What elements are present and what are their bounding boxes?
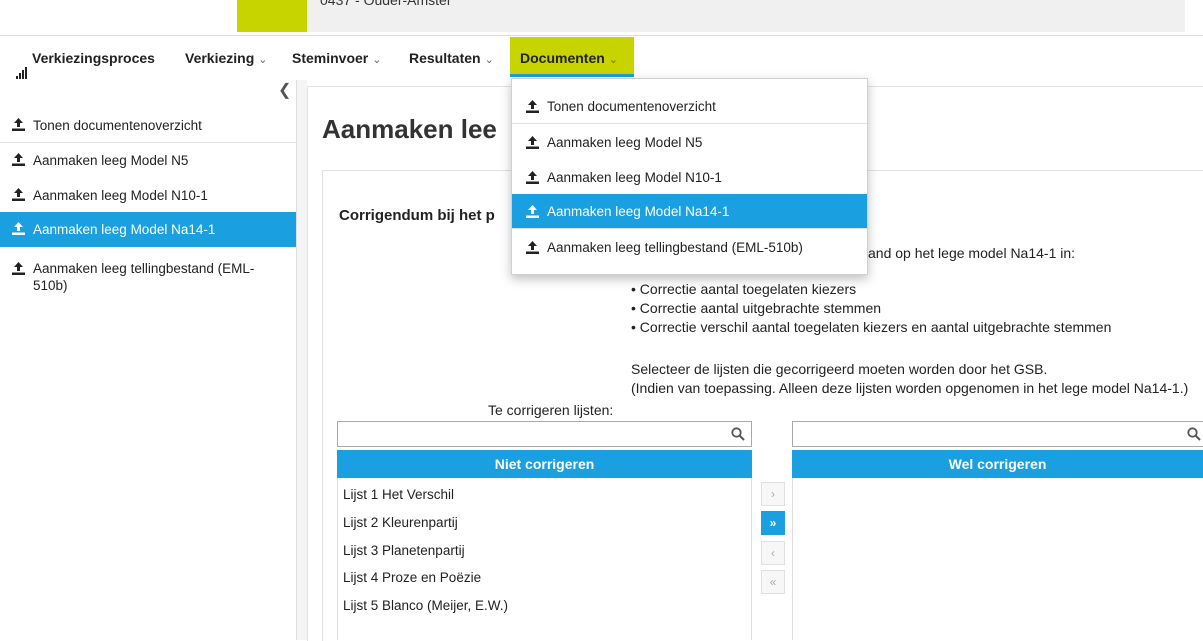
upload-icon <box>12 188 25 201</box>
nav-label: Resultaten <box>409 50 481 66</box>
section-title: Corrigendum bij het p <box>339 207 495 224</box>
nav-verkiezingsproces[interactable]: Verkiezingsproces <box>16 37 155 79</box>
dropdown-item-label: Aanmaken leeg tellingbestand (EML-510b) <box>547 240 803 255</box>
right-list-search[interactable] <box>792 421 1203 447</box>
upload-icon <box>12 262 25 275</box>
search-icon[interactable] <box>1187 427 1201 441</box>
upload-icon <box>526 205 539 218</box>
sidebar-item-label: Aanmaken leeg tellingbestand (EML-510b) <box>33 261 255 293</box>
move-selected-left-button[interactable]: ‹ <box>761 541 785 565</box>
sidebar-item-tellingbestand[interactable]: Aanmaken leeg tellingbestand (EML-510b) <box>0 254 296 300</box>
dropdown-item-model-n10-1[interactable]: Aanmaken leeg Model N10-1 <box>512 160 867 195</box>
dropdown-item-model-na14-1[interactable]: Aanmaken leeg Model Na14-1 <box>512 194 867 229</box>
dropdown-item-tellingbestand[interactable]: Aanmaken leeg tellingbestand (EML-510b) <box>512 230 867 265</box>
nav-resultaten[interactable]: Resultaten ⌄ <box>409 37 494 77</box>
list-item[interactable]: Lijst 4 Proze en Poëzie <box>343 570 481 585</box>
active-nav-indicator <box>510 74 634 77</box>
instruction-note: (Indien van toepassing. Alleen deze lijs… <box>631 380 1189 396</box>
municipality-bar: 0437 - Ouder-Amstel <box>307 0 1185 32</box>
sidebar-item-label: Aanmaken leeg Model N5 <box>33 153 189 168</box>
chevron-left-icon[interactable]: ❮ <box>278 80 291 100</box>
nav-label: Steminvoer <box>292 50 369 66</box>
upload-icon <box>12 153 25 166</box>
left-list <box>337 478 752 640</box>
chevron-down-icon: ⌄ <box>372 54 382 66</box>
nav-label: Verkiezing <box>185 50 255 66</box>
list-item[interactable]: Lijst 2 Kleurenpartij <box>343 515 458 530</box>
move-all-right-button[interactable]: » <box>761 511 785 535</box>
dropdown-item-tonen-documentenoverzicht[interactable]: Tonen documentenoverzicht <box>512 89 867 124</box>
sidebar-item-model-n10-1[interactable]: Aanmaken leeg Model N10-1 <box>0 181 296 213</box>
right-list <box>792 478 1203 640</box>
upload-icon <box>526 136 539 149</box>
upload-icon <box>12 222 25 235</box>
right-list-header: Wel corrigeren <box>792 450 1203 478</box>
left-search-input[interactable] <box>342 422 718 446</box>
move-all-left-button[interactable]: « <box>761 570 785 594</box>
sidebar-item-label: Aanmaken leeg Model N10-1 <box>33 188 208 203</box>
upload-icon <box>526 100 539 113</box>
right-search-input[interactable] <box>797 422 1170 446</box>
nav-documenten[interactable]: Documenten ⌄ <box>510 37 634 77</box>
dropdown-item-label: Aanmaken leeg Model N10-1 <box>547 170 722 185</box>
list-item[interactable]: Lijst 1 Het Verschil <box>343 487 454 502</box>
search-icon[interactable] <box>731 427 745 441</box>
upload-icon <box>526 241 539 254</box>
left-list-search[interactable] <box>337 421 752 447</box>
bullet-item: • Correctie verschil aantal toegelaten k… <box>631 319 1112 335</box>
upload-icon <box>526 171 539 184</box>
lists-label: Te corrigeren lijsten: <box>488 402 614 418</box>
nav-label: Verkiezingsproces <box>32 50 155 66</box>
main-nav: Verkiezingsproces Verkiezing ⌄ Steminvoer… <box>0 37 1203 79</box>
sidebar-item-model-n5[interactable]: Aanmaken leeg Model N5 <box>0 146 296 178</box>
brand-block <box>237 0 307 32</box>
intro-text: and op het lege model Na14-1 in: <box>868 245 1076 261</box>
documenten-dropdown-menu: Tonen documentenoverzicht Aanmaken leeg … <box>511 78 868 275</box>
nav-steminvoer[interactable]: Steminvoer ⌄ <box>292 37 381 77</box>
page-title: Aanmaken lee <box>322 114 497 144</box>
instruction-text: Selecteer de lijsten die gecorrigeerd mo… <box>631 361 1048 377</box>
municipality-name: 0437 - Ouder-Amstel <box>320 0 450 8</box>
sidebar-item-tonen-documentenoverzicht[interactable]: Tonen documentenoverzicht <box>0 111 296 143</box>
bullet-item: • Correctie aantal uitgebrachte stemmen <box>631 300 882 316</box>
chevron-down-icon: ⌄ <box>484 54 494 66</box>
chevron-down-icon: ⌄ <box>258 54 268 66</box>
upload-icon <box>12 118 25 131</box>
sidebar-item-model-na14-1[interactable]: Aanmaken leeg Model Na14-1 <box>0 212 296 247</box>
chevron-down-icon: ⌄ <box>608 54 619 66</box>
signal-bars-icon <box>16 37 28 79</box>
dropdown-item-model-n5[interactable]: Aanmaken leeg Model N5 <box>512 125 867 160</box>
dropdown-item-label: Tonen documentenoverzicht <box>547 99 716 114</box>
move-selected-right-button[interactable]: › <box>761 482 785 506</box>
nav-label: Documenten <box>520 50 605 66</box>
list-item[interactable]: Lijst 5 Blanco (Meijer, E.W.) <box>343 598 508 613</box>
left-list-header: Niet corrigeren <box>337 450 752 478</box>
dropdown-item-label: Aanmaken leeg Model Na14-1 <box>547 204 730 219</box>
divider <box>0 35 1203 36</box>
content-gutter <box>297 80 307 640</box>
bullet-item: • Correctie aantal toegelaten kiezers <box>631 281 857 297</box>
dropdown-item-label: Aanmaken leeg Model N5 <box>547 135 703 150</box>
sidebar-item-label: Tonen documentenoverzicht <box>33 118 202 133</box>
list-item[interactable]: Lijst 3 Planetenpartij <box>343 543 465 558</box>
nav-verkiezing[interactable]: Verkiezing ⌄ <box>185 37 267 77</box>
sidebar-item-label: Aanmaken leeg Model Na14-1 <box>33 222 216 237</box>
